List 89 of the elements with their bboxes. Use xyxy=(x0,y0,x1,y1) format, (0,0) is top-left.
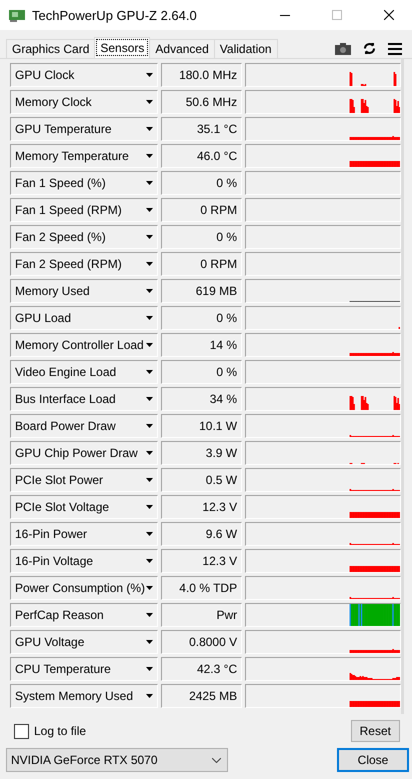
sensor-name-dropdown[interactable]: Memory Temperature xyxy=(10,144,158,168)
dropdown-arrow-icon xyxy=(146,100,154,104)
dropdown-arrow-icon xyxy=(146,478,154,482)
dropdown-arrow-icon xyxy=(146,316,154,320)
dropdown-arrow-icon xyxy=(146,181,154,185)
dropdown-arrow-icon xyxy=(146,235,154,239)
dropdown-arrow-icon xyxy=(146,73,154,77)
dropdown-arrow-icon xyxy=(146,640,154,644)
checkbox-label: Log to file xyxy=(34,724,86,738)
dropdown-arrow-icon xyxy=(146,370,154,374)
sensor-value: 12.3 V xyxy=(161,549,242,573)
refresh-icon[interactable] xyxy=(363,42,376,55)
sensor-name-dropdown[interactable]: Board Power Draw xyxy=(10,414,158,438)
tab[interactable]: Graphics Card xyxy=(6,39,96,58)
sensor-name-dropdown[interactable]: GPU Voltage xyxy=(10,630,158,654)
dropdown-arrow-icon xyxy=(146,613,154,617)
sensor-name-dropdown[interactable]: Fan 2 Speed (%) xyxy=(10,225,158,249)
sensor-name-dropdown[interactable]: GPU Temperature xyxy=(10,117,158,141)
sensor-value: 12.3 V xyxy=(161,495,242,519)
dropdown-arrow-icon xyxy=(146,694,154,698)
sensor-name-dropdown[interactable]: Memory Clock xyxy=(10,90,158,114)
sensor-value: 35.1 °C xyxy=(161,117,242,141)
sensor-name-dropdown[interactable]: Fan 2 Speed (RPM) xyxy=(10,252,158,276)
sensor-name-dropdown[interactable]: Fan 1 Speed (RPM) xyxy=(10,198,158,222)
dropdown-arrow-icon xyxy=(146,154,154,158)
maximize-icon xyxy=(332,10,342,20)
minimize-icon xyxy=(280,14,290,16)
sensor-name-dropdown[interactable]: Memory Used xyxy=(10,279,158,303)
dropdown-arrow-icon xyxy=(146,451,154,455)
sensor-value: 2425 MB xyxy=(161,684,242,708)
dropdown-arrow-icon xyxy=(146,289,154,293)
sensor-value: 619 MB xyxy=(161,279,242,303)
close-button[interactable]: Close xyxy=(337,748,409,772)
sensor-value: 0 % xyxy=(161,360,242,384)
window-title: TechPowerUp GPU-Z 2.64.0 xyxy=(32,8,198,22)
dropdown-arrow-icon xyxy=(146,532,154,536)
sensor-name-dropdown[interactable]: PCIe Slot Power xyxy=(10,468,158,492)
sensor-name-dropdown[interactable]: GPU Load xyxy=(10,306,158,330)
sensor-name-dropdown[interactable]: PerfCap Reason xyxy=(10,603,158,627)
log-checkbox[interactable] xyxy=(14,724,29,738)
sensor-value: 42.3 °C xyxy=(161,657,242,681)
sensor-value: 3.9 W xyxy=(161,441,242,465)
sensor-name-dropdown[interactable]: Video Engine Load xyxy=(10,360,158,384)
sensor-value: 0 RPM xyxy=(161,252,242,276)
dropdown-arrow-icon xyxy=(146,262,154,266)
tab[interactable]: Validation xyxy=(214,39,278,58)
dropdown-arrow-icon xyxy=(146,586,154,590)
sensor-name-dropdown[interactable]: PCIe Slot Voltage xyxy=(10,495,158,519)
sensor-name-dropdown[interactable]: Fan 1 Speed (%) xyxy=(10,171,158,195)
sensor-value: 4.0 % TDP xyxy=(161,576,242,600)
dropdown-arrow-icon xyxy=(146,505,154,509)
sensor-value: 46.0 °C xyxy=(161,144,242,168)
sensor-value: 9.6 W xyxy=(161,522,242,546)
device-dropdown[interactable]: NVIDIA GeForce RTX 5070 xyxy=(6,748,228,772)
dropdown-arrow-icon xyxy=(146,127,154,131)
dropdown-arrow-icon xyxy=(146,559,154,563)
dropdown-arrow-icon xyxy=(146,667,154,671)
sensor-value: 50.6 MHz xyxy=(161,90,242,114)
sensor-value: 180.0 MHz xyxy=(161,63,242,87)
dropdown-arrow-icon xyxy=(146,343,154,347)
dropdown-arrow-icon xyxy=(146,208,154,212)
sensor-name-dropdown[interactable]: Power Consumption (%) xyxy=(10,576,158,600)
sensor-value: 0 % xyxy=(161,171,242,195)
dropdown-arrow-icon xyxy=(146,424,154,428)
sensor-name-dropdown[interactable]: System Memory Used xyxy=(10,684,158,708)
sensor-value: 0 % xyxy=(161,306,242,330)
sensor-name-dropdown[interactable]: GPU Clock xyxy=(10,63,158,87)
sensor-value: 10.1 W xyxy=(161,414,242,438)
sensor-value: 0.5 W xyxy=(161,468,242,492)
sensor-name-dropdown[interactable]: 16-Pin Voltage xyxy=(10,549,158,573)
sensor-value: 0 RPM xyxy=(161,198,242,222)
close-icon xyxy=(384,10,394,20)
tab[interactable]: Sensors xyxy=(94,37,150,58)
sensor-value: Pwr xyxy=(161,603,242,627)
chevron-icon xyxy=(212,758,221,762)
sensor-value: 34 % xyxy=(161,387,242,411)
sensor-name-dropdown[interactable]: CPU Temperature xyxy=(10,657,158,681)
dropdown-arrow-icon xyxy=(146,397,154,401)
sensor-name-dropdown[interactable]: GPU Chip Power Draw xyxy=(10,441,158,465)
reset-button[interactable]: Reset xyxy=(350,720,400,742)
sensor-name-dropdown[interactable]: 16-Pin Power xyxy=(10,522,158,546)
camera-icon[interactable] xyxy=(335,42,351,54)
menu-icon[interactable] xyxy=(388,42,402,54)
sensor-name-dropdown[interactable]: Memory Controller Load xyxy=(10,333,158,357)
sensor-value: 0 % xyxy=(161,225,242,249)
sensor-value: 14 % xyxy=(161,333,242,357)
app-icon xyxy=(8,8,26,22)
sensor-name-dropdown[interactable]: Bus Interface Load xyxy=(10,387,158,411)
sensor-value: 0.8000 V xyxy=(161,630,242,654)
